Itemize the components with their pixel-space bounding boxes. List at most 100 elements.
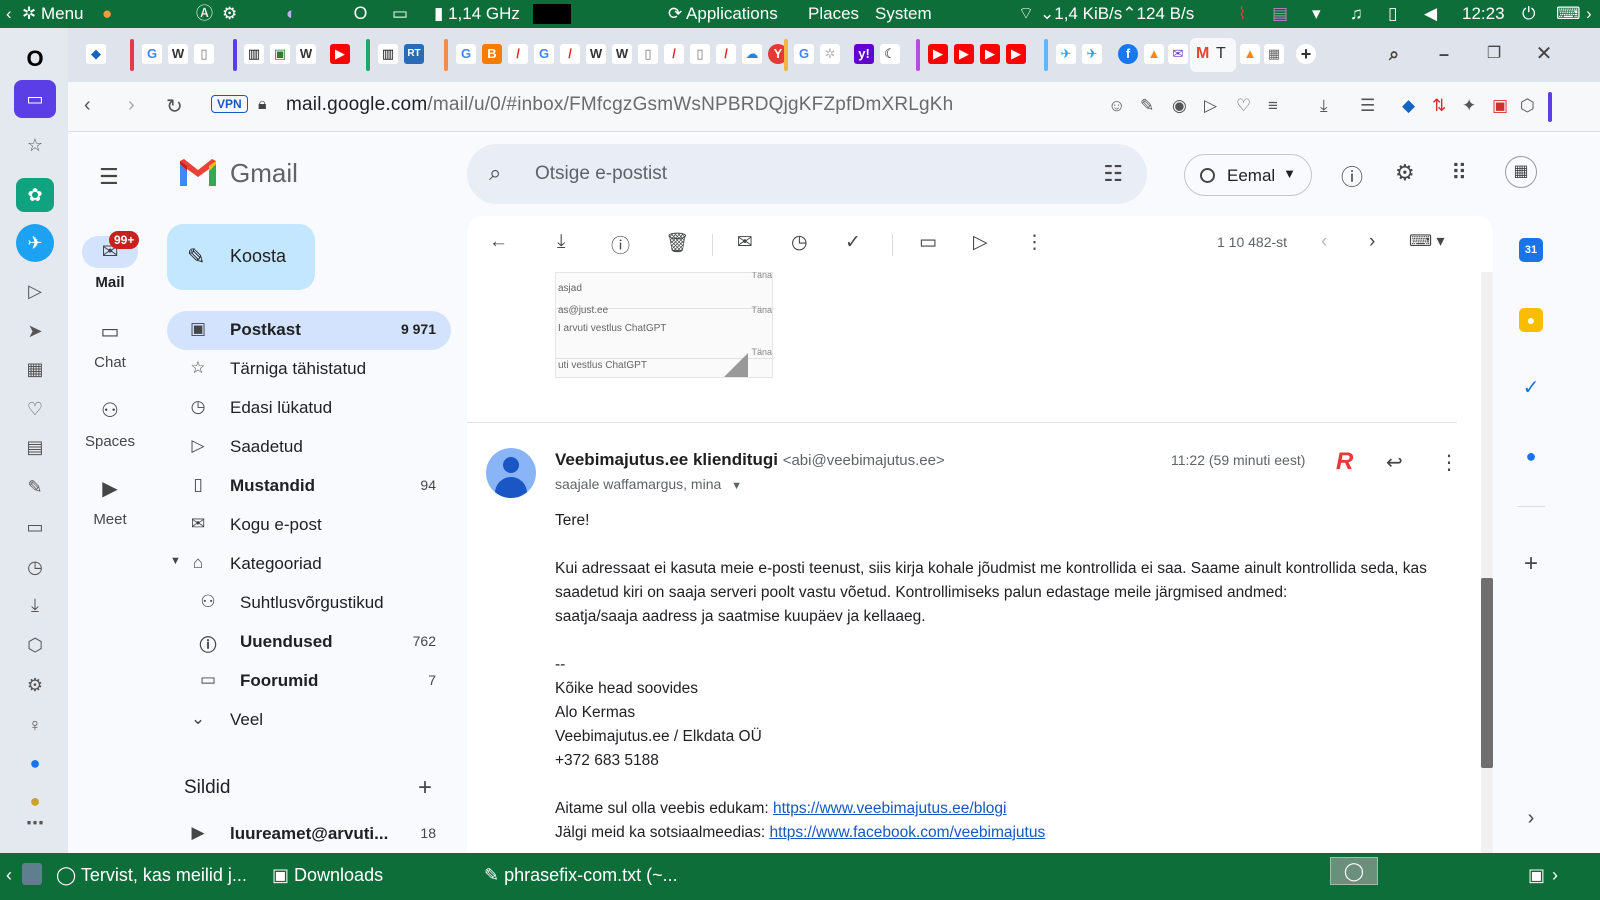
newer-chevron-icon[interactable]: ‹ — [1321, 231, 1327, 253]
settings-applet-icon[interactable]: ⚙ — [222, 4, 237, 24]
tab-youtube5-icon[interactable]: ▶ — [1006, 44, 1026, 64]
archive-icon[interactable]: ⤓ — [557, 231, 565, 253]
system-keyboard-icon[interactable]: ⌨ — [1556, 4, 1581, 24]
sidebar-settings-icon[interactable]: ⚙ — [22, 672, 48, 698]
reload-icon[interactable]: ↻ — [166, 94, 183, 119]
taskbar-right-arrow-icon[interactable]: › — [1552, 865, 1558, 886]
rail-spaces[interactable]: ⚇ Spaces — [68, 395, 152, 450]
rail-meet[interactable]: ▶ Meet — [68, 473, 152, 528]
nav-updates[interactable]: ⓘ Uuendused 762 — [167, 623, 451, 662]
blog-link[interactable]: https://www.veebimajutus.ee/blogi — [773, 800, 1006, 817]
more-actions-icon[interactable]: ⋮ — [1025, 231, 1044, 254]
search-input[interactable]: Otsige e-postist — [535, 163, 667, 185]
tab-yahoo-icon[interactable]: y! — [854, 44, 874, 64]
taskbar-task-opera[interactable]: ◯ Tervist, kas meilid j... — [56, 865, 247, 886]
snooze-icon[interactable]: ◷ — [791, 231, 808, 254]
nav-starred[interactable]: ☆ Tärniga tähistatud — [167, 350, 451, 389]
url-field[interactable]: mail.google.com/mail/u/0/#inbox/FMfcgzGs… — [286, 94, 953, 116]
emoji-icon[interactable]: ☺ — [1108, 96, 1125, 116]
add-label-plus-icon[interactable]: + — [418, 774, 432, 802]
apps-grid-icon[interactable]: ⠿ — [1451, 160, 1467, 186]
tab-youtube-icon[interactable]: ▶ — [330, 44, 350, 64]
ext-arrows-icon[interactable]: ⇅ — [1432, 96, 1446, 116]
sidebar-bookmark-icon[interactable]: ☆ — [22, 132, 48, 158]
sidebar-player-icon[interactable]: ▷ — [22, 278, 48, 304]
tab-pen4-icon[interactable]: / — [716, 44, 736, 64]
tab-youtube4-icon[interactable]: ▶ — [980, 44, 1000, 64]
menu-button[interactable]: ✲ Menu — [22, 4, 84, 24]
sidebar-send-icon[interactable]: ➤ — [22, 318, 48, 344]
places-menu[interactable]: ⟳ Applications — [668, 4, 778, 24]
reader-icon[interactable]: ≡ — [1268, 96, 1278, 116]
nav-social[interactable]: ⚇ Suhtlusvõrgustikud — [167, 584, 451, 623]
tab-google2-icon[interactable]: G — [456, 44, 476, 64]
show-details-caret-icon[interactable]: ▼ — [731, 480, 742, 492]
podcast-app-icon[interactable]: ◐ — [286, 4, 296, 24]
tab-moon-icon[interactable]: ☾ — [880, 44, 900, 64]
recipients-line[interactable]: saajale waffamargus, mina ▼ — [555, 476, 742, 492]
ext-vivaldi-icon[interactable]: ◆ — [1402, 96, 1415, 116]
sidebar-speed-dial-icon[interactable]: ▦ — [22, 356, 48, 382]
tab-loading-icon[interactable]: ✲ — [820, 44, 840, 64]
sidebar-tips-icon[interactable]: ♀ — [22, 712, 48, 738]
delete-trash-icon[interactable]: 🗑︎ — [665, 231, 689, 255]
add-task-icon[interactable]: ✓ — [845, 231, 861, 254]
easy-setup-icon[interactable]: ☰ — [1360, 96, 1375, 116]
power-icon[interactable]: ⏻ — [1522, 4, 1535, 24]
taskbar-task-downloads[interactable]: ▣ Downloads — [272, 865, 383, 886]
tab-youtube2-icon[interactable]: ▶ — [928, 44, 948, 64]
tab-mail-icon[interactable]: ✉ — [1168, 44, 1188, 64]
tab-doc3-icon[interactable]: ▯ — [690, 44, 710, 64]
status-dropdown[interactable]: Eemal ▼ — [1184, 154, 1312, 196]
tab-pen2-icon[interactable]: / — [560, 44, 580, 64]
nav-inbox[interactable]: ▣ Postkast 9 971 — [167, 311, 451, 350]
clock[interactable]: 12:23 — [1462, 4, 1505, 24]
nav-sent[interactable]: ▷ Saadetud — [167, 428, 451, 467]
tab-library-icon[interactable]: ▥ — [244, 44, 264, 64]
get-addons-plus-icon[interactable]: + — [1519, 552, 1543, 576]
edit-page-icon[interactable]: ✎ — [1140, 96, 1154, 116]
tab-search-icon[interactable]: ⌕ — [1384, 44, 1404, 64]
settings-gear-icon[interactable]: ⚙ — [1395, 160, 1415, 186]
trash-applet-icon[interactable]: ▣ — [1528, 865, 1545, 886]
sender-line[interactable]: Veebimajutus.ee klienditugi <abi@veebima… — [555, 450, 945, 470]
nav-forums[interactable]: ▭ Foorumid 7 — [167, 662, 451, 701]
window-minimize-icon[interactable]: – — [1434, 44, 1454, 64]
message-more-icon[interactable]: ⋮ — [1439, 450, 1459, 475]
tab-twitter-icon[interactable]: ✈ — [1056, 44, 1076, 64]
compose-button[interactable]: ✎ Koosta — [167, 224, 315, 290]
wireless-icon[interactable]: ▾ — [1312, 4, 1321, 24]
show-desktop-icon[interactable] — [22, 863, 42, 885]
ext-cube-icon[interactable]: ⬡ — [1520, 96, 1535, 116]
tab-twitter2-icon[interactable]: ✈ — [1082, 44, 1102, 64]
applications-menu[interactable]: Applications — [686, 4, 778, 23]
vpn-badge[interactable]: VPN — [211, 95, 248, 113]
search-options-icon[interactable]: ☷ — [1103, 161, 1123, 187]
tab-facebook-icon[interactable]: f — [1118, 44, 1138, 64]
window-close-icon[interactable]: ✕ — [1534, 44, 1554, 64]
label-item[interactable]: ▶ luureamet@arvuti... 18 — [167, 815, 451, 854]
back-to-inbox-icon[interactable]: ← — [489, 231, 508, 253]
send-to-icon[interactable]: ▷ — [1204, 96, 1217, 116]
labels-icon[interactable]: ▷ — [973, 231, 988, 254]
scrollbar-thumb[interactable] — [1481, 578, 1493, 768]
sidebar-pen-icon[interactable]: ✎ — [22, 474, 48, 500]
main-menu-icon[interactable]: ☰ — [99, 164, 119, 190]
gmail-logo[interactable]: Gmail — [178, 158, 298, 189]
tab-rt-icon[interactable]: RT — [404, 44, 424, 64]
move-to-icon[interactable]: ▭ — [919, 231, 937, 254]
nav-more[interactable]: ⌄ Veel — [167, 701, 451, 740]
sidebar-aria-icon[interactable]: ▭ — [14, 80, 56, 118]
search-bar[interactable]: ⌕ Otsige e-postist ☷ — [467, 144, 1147, 204]
mark-unread-icon[interactable]: ✉ — [737, 231, 753, 254]
tab-document-icon[interactable]: ▯ — [194, 44, 214, 64]
extension-r-icon[interactable]: R — [1336, 448, 1353, 476]
attached-screenshot[interactable]: asjad Täna as@just.ee Täna I arvuti vest… — [555, 272, 774, 378]
sidebar-twitter-icon[interactable]: ✈ — [16, 224, 54, 262]
nav-categories[interactable]: ▼ ⌂ Kategooriad — [167, 545, 451, 584]
tab-cloud-icon[interactable]: ☁ — [742, 44, 762, 64]
forward-arrow-icon[interactable]: › — [128, 94, 135, 117]
back-arrow-icon[interactable]: ‹ — [84, 94, 91, 117]
workspace-switcher[interactable]: ◯ — [1330, 857, 1378, 885]
tab-google-icon[interactable]: G — [142, 44, 162, 64]
